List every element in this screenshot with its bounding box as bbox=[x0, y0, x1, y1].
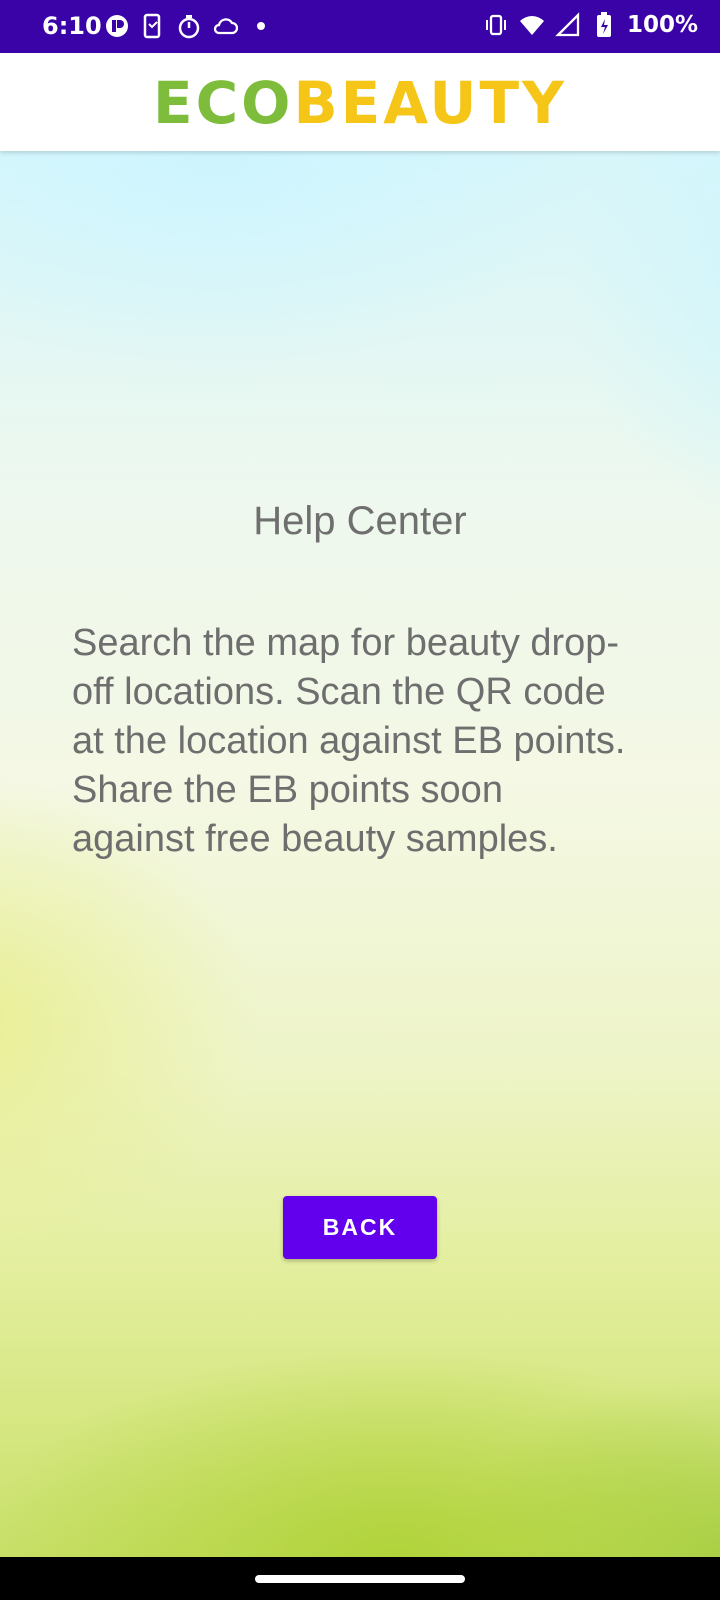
status-bar: 6:10 100% bbox=[0, 0, 720, 53]
cell-signal-icon bbox=[555, 12, 580, 37]
wifi-icon bbox=[519, 16, 544, 35]
home-gesture-handle[interactable] bbox=[255, 1575, 465, 1583]
more-dot-icon bbox=[257, 22, 265, 30]
battery-charging-icon bbox=[596, 12, 611, 37]
status-icons-left bbox=[104, 13, 274, 39]
vibrate-icon bbox=[485, 14, 506, 36]
logo-beauty-text: BEAUTY bbox=[293, 69, 568, 137]
ecobeauty-logo: ECOBEAUTY bbox=[0, 71, 720, 135]
device-transfer-icon bbox=[143, 13, 161, 39]
back-button[interactable]: BACK bbox=[283, 1196, 437, 1259]
navigation-bar bbox=[0, 1557, 720, 1600]
help-description: Search the map for beauty drop-off locat… bbox=[72, 622, 626, 860]
status-time: 6:10 bbox=[42, 12, 102, 40]
app-bar: ECOBEAUTY bbox=[0, 53, 720, 151]
battery-percent: 100% bbox=[626, 12, 698, 38]
status-icons-right: 100% bbox=[483, 12, 698, 38]
timer-icon bbox=[178, 15, 200, 39]
logo-eco-text: ECO bbox=[152, 69, 294, 137]
page-title: Help Center bbox=[253, 499, 467, 543]
cloud-icon bbox=[213, 18, 238, 35]
notification-app-icon bbox=[106, 15, 128, 37]
help-content: Help Center Search the map for beauty dr… bbox=[0, 151, 720, 1557]
